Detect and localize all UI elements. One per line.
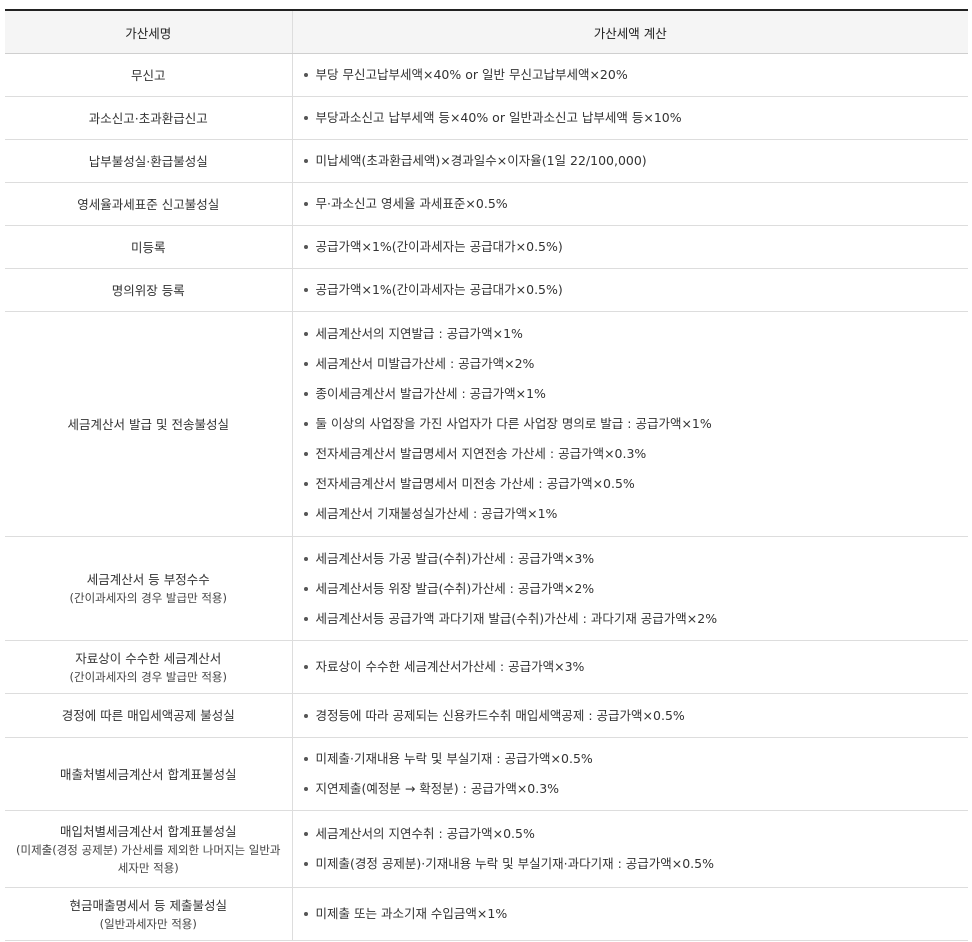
calc-item: 세금계산서등 위장 발급(수취)가산세 : 공급가액×2% (303, 574, 959, 604)
calc-item: 미제출(경정 공제분)·기재내용 누락 및 부실기재·과다기재 : 공급가액×0… (303, 849, 959, 879)
penalty-name: 경정에 따른 매입세액공제 불성실 (61, 708, 235, 723)
penalty-name-cell: 납부불성실·환급불성실 (5, 139, 293, 183)
calc-list: 무·과소신고 영세율 과세표준×0.5% (303, 189, 959, 219)
table-row: 매입처별세금계산서 합계표불성실 (미제출(경정 공제분) 가산세를 제외한 나머… (5, 810, 968, 888)
penalty-name-note: (일반과세자만 적용) (99, 916, 197, 931)
table-row: 자료상이 수수한 세금계산서 (간이과세자의 경우 발급만 적용) 자료상이 수수한… (5, 640, 968, 694)
table-row: 현금매출명세서 등 제출불성실 (일반과세자만 적용) 미제출 또는 과소기재 수입… (5, 887, 968, 941)
calc-list: 부당 무신고납부세액×40% or 일반 무신고납부세액×20% (303, 60, 959, 90)
calc-item: 경정등에 따라 공제되는 신용카드수취 매입세액공제 : 공급가액×0.5% (303, 701, 959, 731)
calc-item: 미제출·기재내용 누락 및 부실기재 : 공급가액×0.5% (303, 744, 959, 774)
penalty-name-note: (미제출(경정 공제분) 가산세를 제외한 나머지는 일반과세자만 적용) (16, 842, 281, 875)
header-calc: 가산세액 계산 (291, 9, 968, 54)
calc-item: 종이세금계산서 발급가산세 : 공급가액×1% (303, 379, 959, 409)
penalty-name: 납부불성실·환급불성실 (88, 153, 208, 169)
calc-list: 미제출·기재내용 누락 및 부실기재 : 공급가액×0.5% 지연제출(예정분 →… (303, 744, 959, 804)
calc-list: 세금계산서등 가공 발급(수취)가산세 : 공급가액×3% 세금계산서등 위장 발… (303, 544, 959, 634)
penalty-name: 세금계산서 발급 및 전송불성실 (67, 416, 229, 432)
calc-list: 미제출 또는 과소기재 수입금액×1% (303, 899, 959, 929)
calc-item: 세금계산서의 지연발급 : 공급가액×1% (303, 319, 959, 349)
table-row: 미등록 공급가액×1%(간이과세자는 공급대가×0.5%) (5, 225, 968, 269)
table-row: 세금계산서 등 부정수수 (간이과세자의 경우 발급만 적용) 세금계산서등 가공 … (5, 536, 968, 641)
penalty-calc-cell: 미제출·기재내용 누락 및 부실기재 : 공급가액×0.5% 지연제출(예정분 →… (292, 737, 968, 811)
penalty-calc-cell: 세금계산서의 지연수취 : 공급가액×0.5% 미제출(경정 공제분)·기재내용 … (292, 810, 968, 888)
calc-list: 공급가액×1%(간이과세자는 공급대가×0.5%) (303, 275, 959, 305)
penalty-name-cell: 무신고 (5, 53, 293, 97)
calc-item: 전자세금계산서 발급명세서 미전송 가산세 : 공급가액×0.5% (303, 469, 959, 499)
header-name: 가산세명 (5, 9, 292, 54)
penalty-calc-cell: 공급가액×1%(간이과세자는 공급대가×0.5%) (292, 268, 968, 312)
calc-list: 세금계산서의 지연수취 : 공급가액×0.5% 미제출(경정 공제분)·기재내용 … (303, 819, 959, 879)
calc-item: 세금계산서 미발급가산세 : 공급가액×2% (303, 349, 959, 379)
calc-item: 세금계산서등 가공 발급(수취)가산세 : 공급가액×3% (303, 544, 959, 574)
calc-list: 경정등에 따라 공제되는 신용카드수취 매입세액공제 : 공급가액×0.5% (303, 701, 959, 731)
penalty-calc-cell: 부당과소신고 납부세액 등×40% or 일반과소신고 납부세액 등×10% (292, 96, 968, 140)
penalty-name-cell: 경정에 따른 매입세액공제 불성실 (5, 693, 293, 738)
table-row: 명의위장 등록 공급가액×1%(간이과세자는 공급대가×0.5%) (5, 268, 968, 312)
calc-item: 공급가액×1%(간이과세자는 공급대가×0.5%) (303, 232, 959, 262)
calc-list: 미납세액(초과환급세액)×경과일수×이자율(1일 22/100,000) (303, 146, 959, 176)
penalty-name: 영세율과세표준 신고불성실 (77, 196, 220, 212)
penalty-calc-cell: 공급가액×1%(간이과세자는 공급대가×0.5%) (292, 225, 968, 269)
table-row: 영세율과세표준 신고불성실 무·과소신고 영세율 과세표준×0.5% (5, 182, 968, 226)
penalty-calc-cell: 세금계산서의 지연발급 : 공급가액×1% 세금계산서 미발급가산세 : 공급가액… (292, 311, 968, 537)
penalty-name-cell: 매입처별세금계산서 합계표불성실 (미제출(경정 공제분) 가산세를 제외한 나머… (5, 810, 293, 888)
penalty-name-note: (간이과세자의 경우 발급만 적용) (69, 591, 227, 605)
calc-list: 세금계산서의 지연발급 : 공급가액×1% 세금계산서 미발급가산세 : 공급가액… (303, 319, 959, 529)
penalty-name: 매출처별세금계산서 합계표불성실 (60, 766, 237, 782)
calc-item: 자료상이 수수한 세금계산서가산세 : 공급가액×3% (303, 652, 959, 682)
calc-item: 세금계산서 기재불성실가산세 : 공급가액×1% (303, 499, 959, 529)
table-row: 세금계산서 발급 및 전송불성실 세금계산서의 지연발급 : 공급가액×1% 세금계… (5, 311, 968, 537)
penalty-calc-cell: 경정등에 따라 공제되는 신용카드수취 매입세액공제 : 공급가액×0.5% (292, 693, 968, 738)
calc-list: 자료상이 수수한 세금계산서가산세 : 공급가액×3% (303, 652, 959, 682)
penalty-name-note: (간이과세자의 경우 발급만 적용) (69, 669, 227, 684)
penalty-name-cell: 세금계산서 발급 및 전송불성실 (5, 311, 293, 537)
calc-list: 공급가액×1%(간이과세자는 공급대가×0.5%) (303, 232, 959, 262)
penalty-name-cell: 현금매출명세서 등 제출불성실 (일반과세자만 적용) (5, 887, 293, 941)
penalty-name: 현금매출명세서 등 제출불성실 (69, 897, 227, 913)
penalty-name-cell: 과소신고·초과환급신고 (5, 96, 293, 140)
penalty-name-cell: 영세율과세표준 신고불성실 (5, 182, 293, 226)
penalty-name-cell: 미등록 (5, 225, 293, 269)
table-row: 무신고 부당 무신고납부세액×40% or 일반 무신고납부세액×20% (5, 53, 968, 97)
penalty-name-cell: 세금계산서 등 부정수수 (간이과세자의 경우 발급만 적용) (5, 536, 293, 641)
calc-item: 지연제출(예정분 → 확정분) : 공급가액×0.3% (303, 774, 959, 804)
calc-item: 세금계산서의 지연수취 : 공급가액×0.5% (303, 819, 959, 849)
calc-item: 둘 이상의 사업장을 가진 사업자가 다른 사업장 명의로 발급 : 공급가액×… (303, 409, 959, 439)
table-row: 납부불성실·환급불성실 미납세액(초과환급세액)×경과일수×이자율(1일 22/1… (5, 139, 968, 183)
penalty-name: 세금계산서 등 부정수수 (86, 572, 210, 587)
penalty-name-cell: 매출처별세금계산서 합계표불성실 (5, 737, 293, 811)
penalty-calc-cell: 자료상이 수수한 세금계산서가산세 : 공급가액×3% (292, 640, 968, 694)
penalty-name: 명의위장 등록 (111, 282, 185, 298)
penalty-calc-cell: 미납세액(초과환급세액)×경과일수×이자율(1일 22/100,000) (292, 139, 968, 183)
penalty-calc-cell: 세금계산서등 가공 발급(수취)가산세 : 공급가액×3% 세금계산서등 위장 발… (292, 536, 968, 641)
calc-item: 세금계산서등 공급가액 과다기재 발급(수취)가산세 : 과다기재 공급가액×2… (303, 604, 959, 634)
calc-list: 부당과소신고 납부세액 등×40% or 일반과소신고 납부세액 등×10% (303, 103, 959, 133)
penalty-name-cell: 자료상이 수수한 세금계산서 (간이과세자의 경우 발급만 적용) (5, 640, 293, 694)
penalty-name: 미등록 (130, 239, 166, 255)
penalty-tax-table: 가산세명 가산세액 계산 무신고 부당 무신고납부세액×40% or 일반 무신고… (5, 9, 968, 941)
calc-item: 미납세액(초과환급세액)×경과일수×이자율(1일 22/100,000) (303, 146, 959, 176)
table-body: 무신고 부당 무신고납부세액×40% or 일반 무신고납부세액×20% 과소신고·… (5, 53, 968, 941)
penalty-calc-cell: 무·과소신고 영세율 과세표준×0.5% (292, 182, 968, 226)
table-row: 매출처별세금계산서 합계표불성실 미제출·기재내용 누락 및 부실기재 : 공급가… (5, 737, 968, 811)
calc-item: 부당 무신고납부세액×40% or 일반 무신고납부세액×20% (303, 60, 959, 90)
table-row: 과소신고·초과환급신고 부당과소신고 납부세액 등×40% or 일반과소신고 납… (5, 96, 968, 140)
calc-item: 공급가액×1%(간이과세자는 공급대가×0.5%) (303, 275, 959, 305)
calc-item: 무·과소신고 영세율 과세표준×0.5% (303, 189, 959, 219)
penalty-name: 과소신고·초과환급신고 (88, 110, 208, 126)
penalty-name: 무신고 (130, 67, 166, 83)
calc-item: 부당과소신고 납부세액 등×40% or 일반과소신고 납부세액 등×10% (303, 103, 959, 133)
calc-item: 전자세금계산서 발급명세서 지연전송 가산세 : 공급가액×0.3% (303, 439, 959, 469)
calc-item: 미제출 또는 과소기재 수입금액×1% (303, 899, 959, 929)
page: 가산세명 가산세액 계산 무신고 부당 무신고납부세액×40% or 일반 무신고… (0, 0, 972, 941)
table-header: 가산세명 가산세액 계산 (5, 9, 968, 54)
penalty-name: 자료상이 수수한 세금계산서 (75, 650, 222, 666)
table-row: 경정에 따른 매입세액공제 불성실 경정등에 따라 공제되는 신용카드수취 매입세… (5, 693, 968, 738)
penalty-name: 매입처별세금계산서 합계표불성실 (60, 823, 237, 839)
penalty-calc-cell: 미제출 또는 과소기재 수입금액×1% (292, 887, 968, 941)
penalty-name-cell: 명의위장 등록 (5, 268, 293, 312)
penalty-calc-cell: 부당 무신고납부세액×40% or 일반 무신고납부세액×20% (292, 53, 968, 97)
